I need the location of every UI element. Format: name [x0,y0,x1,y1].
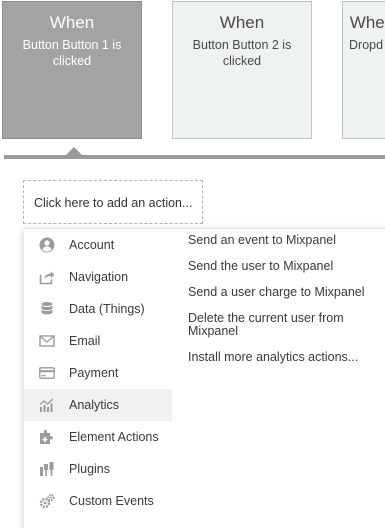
category-list: Account Navigation Data (Things) Email P… [24,229,172,517]
category-label: Payment [69,366,119,380]
element-actions-icon [39,429,55,445]
category-plugins[interactable]: Plugins [24,453,172,485]
action-send-user-mixpanel[interactable]: Send the user to Mixpanel [188,260,378,273]
account-icon [39,237,55,253]
event-card-title: When [349,13,385,32]
analytics-action-list: Send an event to Mixpanel Send the user … [188,234,378,377]
event-card-button-2[interactable]: When Button Button 2 is clicked [172,1,312,139]
category-label: Account [69,238,115,252]
workflow-editor: When Button Button 1 is clicked When But… [0,0,385,528]
database-icon [39,301,55,317]
gears-icon [39,493,55,509]
category-data-things[interactable]: Data (Things) [24,293,172,325]
action-category-menu: Account Navigation Data (Things) Email P… [24,228,385,528]
action-install-more-analytics[interactable]: Install more analytics actions... [188,351,378,364]
category-label: Data (Things) [69,302,145,316]
category-payment[interactable]: Payment [24,357,172,389]
event-card-description: Button Button 2 is clicked [192,38,292,68]
action-delete-current-user-mixpanel[interactable]: Delete the current user from Mixpanel [188,312,378,338]
event-card-title: When [49,13,95,32]
category-label: Analytics [69,398,120,412]
category-label: Plugins [69,462,110,476]
category-element-actions[interactable]: Element Actions [24,421,172,453]
action-send-user-charge-mixpanel[interactable]: Send a user charge to Mixpanel [188,286,378,299]
credit-card-icon [39,365,55,381]
panel-pointer [66,147,82,155]
event-card-description: Dropd [349,38,384,52]
analytics-icon [39,397,55,413]
add-action-button[interactable]: Click here to add an action... [23,180,203,224]
category-analytics[interactable]: Analytics [24,389,172,421]
event-card-description: Button Button 1 is clicked [22,38,122,68]
category-account[interactable]: Account [24,229,172,261]
category-label: Navigation [69,270,129,284]
action-send-event-mixpanel[interactable]: Send an event to Mixpanel [188,234,378,247]
event-card-title: When [219,13,265,32]
category-label: Email [69,334,101,348]
plugins-icon [39,461,55,477]
navigation-icon [39,269,55,285]
category-email[interactable]: Email [24,325,172,357]
email-icon [39,333,55,349]
category-custom-events[interactable]: Custom Events [24,485,172,517]
event-card-button-1[interactable]: When Button Button 1 is clicked [2,1,142,139]
event-card-dropdown[interactable]: When Dropd [342,1,385,139]
category-navigation[interactable]: Navigation [24,261,172,293]
category-label: Element Actions [69,430,159,444]
category-label: Custom Events [69,494,154,508]
